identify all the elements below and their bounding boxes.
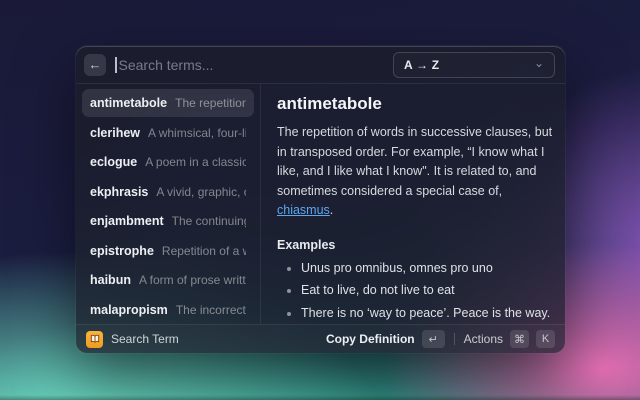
list-item-enjambment[interactable]: enjambment The continuing of... — [82, 207, 254, 235]
detail-panel: antimetabole The repetition of words in … — [261, 84, 565, 324]
search-header: ← Search terms... A → Z ⌄ — [76, 46, 565, 84]
examples-heading: Examples — [277, 238, 553, 252]
footer-divider — [454, 333, 455, 345]
detail-title: antimetabole — [277, 94, 553, 114]
list-item-eclogue[interactable]: eclogue A poem in a classical s... — [82, 148, 254, 176]
chiasmus-link[interactable]: chiasmus — [277, 203, 330, 217]
term-snippet: The continuing of... — [172, 214, 246, 228]
chevron-down-icon: ⌄ — [534, 57, 544, 69]
list-item-epistrophe[interactable]: epistrophe Repetition of a word... — [82, 237, 254, 265]
list-item-antimetabole[interactable]: antimetabole The repetition of... — [82, 89, 254, 117]
term-snippet: A whimsical, four-line... — [148, 126, 246, 140]
list-item-ekphrasis[interactable]: ekphrasis A vivid, graphic, or d... — [82, 178, 254, 206]
examples-list: Unus pro omnibus, omnes pro uno Eat to l… — [277, 261, 553, 320]
list-item-clerihew[interactable]: clerihew A whimsical, four-line... — [82, 119, 254, 147]
definition-text: The repetition of words in successive cl… — [277, 123, 553, 221]
example-item: Eat to live, do not live to eat — [301, 283, 553, 297]
term-label: antimetabole — [90, 96, 167, 110]
list-item-malapropism[interactable]: malapropism The incorrect use... — [82, 296, 254, 324]
term-label: ekphrasis — [90, 185, 148, 199]
search-terms-window: ← Search terms... A → Z ⌄ antimetabole T… — [76, 46, 565, 353]
k-key-icon: K — [536, 330, 555, 348]
actions-button[interactable]: Actions — [464, 332, 503, 346]
term-snippet: A poem in a classical s... — [145, 155, 246, 169]
term-label: clerihew — [90, 126, 140, 140]
term-snippet: A form of prose written i... — [139, 273, 246, 287]
term-label: enjambment — [90, 214, 164, 228]
open-book-icon — [86, 331, 103, 348]
list-item-haibun[interactable]: haibun A form of prose written i... — [82, 266, 254, 294]
definition-before-link: The repetition of words in successive cl… — [277, 125, 552, 198]
term-snippet: A vivid, graphic, or d... — [156, 185, 246, 199]
term-snippet: The repetition of... — [175, 96, 246, 110]
command-key-icon: ⌘ — [510, 330, 529, 348]
search-input[interactable]: Search terms... — [119, 57, 394, 73]
definition-after-link: . — [330, 203, 333, 217]
app-label: Search Term — [111, 332, 179, 346]
back-button[interactable]: ← — [84, 54, 106, 76]
example-item: Unus pro omnibus, omnes pro uno — [301, 261, 553, 275]
desktop-bottom-shade — [0, 395, 640, 400]
term-label: haibun — [90, 273, 131, 287]
term-label: eclogue — [90, 155, 137, 169]
term-label: malapropism — [90, 303, 168, 317]
content-area: antimetabole The repetition of... clerih… — [76, 84, 565, 324]
term-label: epistrophe — [90, 244, 154, 258]
terms-list: antimetabole The repetition of... clerih… — [76, 84, 261, 324]
back-arrow-icon: ← — [89, 57, 102, 72]
footer-actions: Copy Definition ↵ Actions ⌘ K — [326, 330, 555, 348]
sort-dropdown[interactable]: A → Z ⌄ — [393, 52, 555, 78]
copy-definition-button[interactable]: Copy Definition — [326, 332, 415, 346]
sort-dropdown-value: A → Z — [404, 58, 439, 72]
term-snippet: Repetition of a word... — [162, 244, 246, 258]
term-snippet: The incorrect use... — [176, 303, 246, 317]
return-key-icon[interactable]: ↵ — [422, 330, 445, 348]
example-item: There is no ‘way to peace’. Peace is the… — [301, 306, 553, 320]
text-caret — [115, 57, 117, 73]
action-bar: Search Term Copy Definition ↵ Actions ⌘ … — [76, 324, 565, 353]
